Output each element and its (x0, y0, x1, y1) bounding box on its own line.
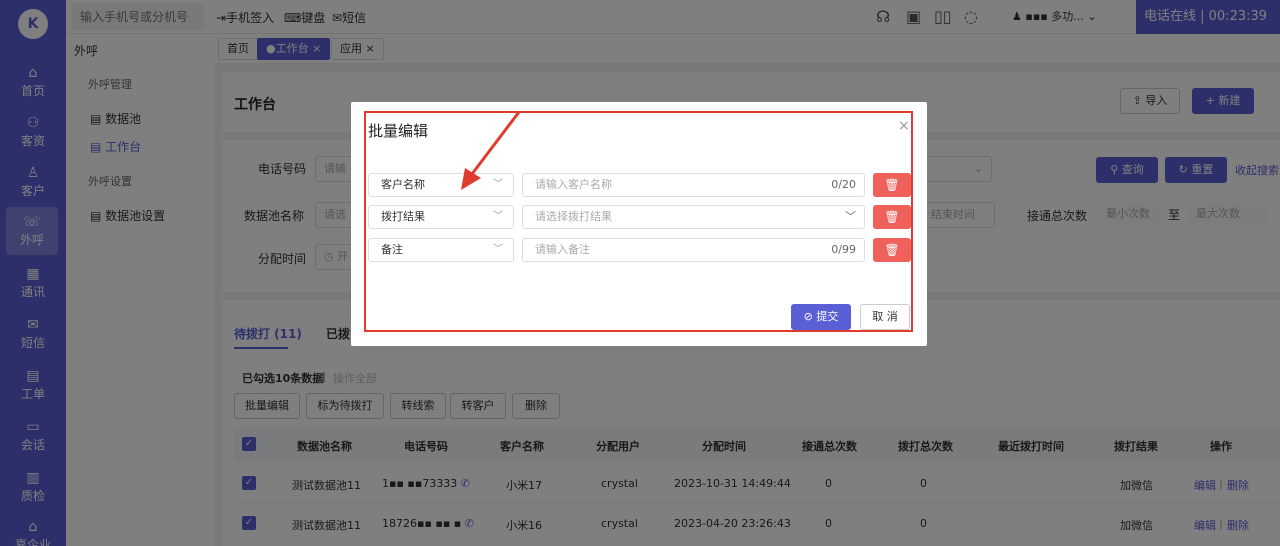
annotation-arrow (461, 111, 521, 190)
highlight-box (364, 111, 913, 332)
app-root: K ⌂首页 ⚇客资 ♙客户 ☏外呼 ▦通讯 ✉短信 ▤工单 ▭会话 ▥质检 ⌂嘉… (0, 0, 1280, 546)
